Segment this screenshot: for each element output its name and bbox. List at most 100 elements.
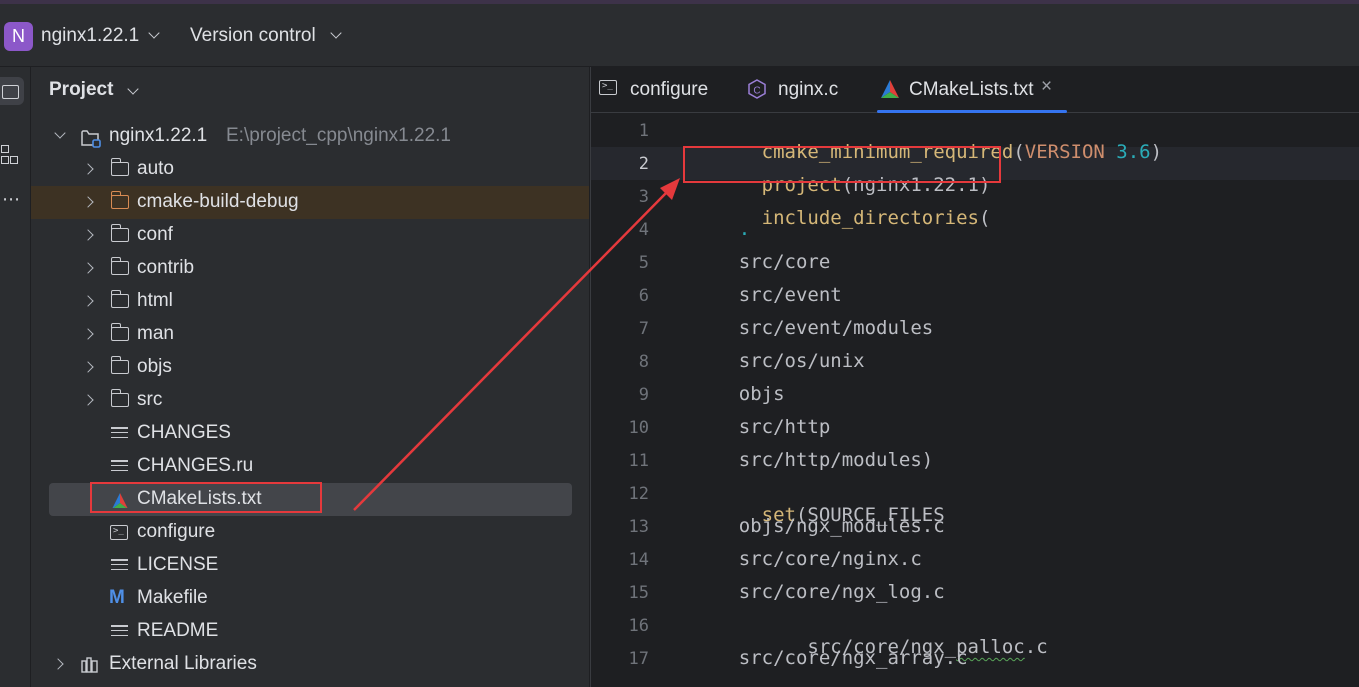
line-number: 9 [638,385,649,405]
line-number: 8 [638,352,649,372]
c-file-icon: C [748,79,766,99]
tab-label: nginx.c [778,79,839,100]
tab-label: configure [630,79,709,100]
tree-root[interactable]: nginx1.22.1 E:\project_cpp\nginx1.22.1 [31,120,589,153]
code-line: src/event/modules [693,317,934,339]
line-number: 17 [628,649,649,669]
annotation-box-cmakelists [90,482,322,513]
line-number: 15 [628,583,649,603]
line-number: 16 [628,616,649,636]
tree-item[interactable]: CHANGES [31,417,589,450]
line-number: 1 [638,121,649,141]
line-number: 2 [638,154,649,174]
tree-item-label: LICENSE [137,554,219,575]
code-line: src/os/unix [693,350,865,372]
chevron-right-icon[interactable] [82,295,94,307]
tree-item-label: auto [137,158,174,179]
code-line: src/http/modules) [693,449,934,471]
code-line: src/core [693,251,831,273]
tree-item[interactable]: cmake-build-debug [31,186,589,219]
tree-item[interactable]: >_ configure [31,516,589,549]
more-tools-icon[interactable]: ⋯ [2,189,21,210]
tree-root-label: nginx1.22.1 [109,125,208,146]
chevron-right-icon[interactable] [82,394,94,406]
code-line: src/core/ngx_array.c [693,647,968,669]
folder-icon [110,389,129,407]
text-file-icon [111,625,128,639]
chevron-right-icon[interactable] [82,361,94,373]
code-line: . [693,218,751,240]
folder-icon [110,290,129,308]
project-badge[interactable]: N [4,22,33,51]
chevron-down-icon[interactable] [127,83,139,95]
folder-icon [110,158,129,176]
tree-item[interactable]: contrib [31,252,589,285]
text-file-icon [111,460,128,474]
code-line: src/core/nginx.c [693,548,922,570]
project-switcher[interactable]: nginx1.22.1 [41,25,139,47]
tree-item-label: External Libraries [109,653,257,674]
library-icon [81,657,98,673]
line-number: 11 [628,451,649,471]
version-control-menu[interactable]: Version control [190,25,316,47]
tree-item[interactable]: html [31,285,589,318]
tree-item[interactable]: README [31,615,589,648]
tree-item[interactable]: conf [31,219,589,252]
title-bar: N nginx1.22.1 Version control [0,4,1359,67]
tree-item-label: objs [137,356,172,377]
chevron-right-icon[interactable] [82,328,94,340]
tree-item-label: conf [137,224,173,245]
project-panel: Project nginx1.22.1 E:\project_cpp\nginx… [31,67,589,687]
tree-item[interactable]: objs [31,351,589,384]
text-file-icon [111,427,128,441]
tree-external-libraries[interactable]: External Libraries [31,648,589,681]
code-line: src/event [693,284,842,306]
editor-tabs: >_ configure C nginx.c CMakeLists.txt × [591,67,1359,113]
chevron-down-icon[interactable] [148,27,160,39]
svg-text:C: C [753,86,760,97]
annotation-box-project-line [683,146,1001,183]
terminal-icon: >_ [110,525,128,540]
code-line: src/core/ngx_log.c [693,581,945,603]
chevron-right-icon[interactable] [82,229,94,241]
chevron-right-icon[interactable] [82,262,94,274]
tree-item[interactable]: man [31,318,589,351]
tree-item[interactable]: CHANGES.ru [31,450,589,483]
line-number: 7 [638,319,649,339]
tree-item-label: CHANGES [137,422,231,443]
line-number: 10 [628,418,649,438]
tab-label: CMakeLists.txt [909,79,1034,100]
cmake-icon [881,80,899,98]
chevron-right-icon[interactable] [82,163,94,175]
line-number: 5 [638,253,649,273]
tree-item-label: man [137,323,174,344]
text-file-icon [111,559,128,573]
terminal-icon: >_ [599,80,617,95]
line-number: 4 [638,220,649,240]
line-number: 14 [628,550,649,570]
project-tool-button[interactable] [0,77,24,105]
module-folder-icon [81,130,101,148]
tab-nginx-c[interactable]: C nginx.c [747,67,857,112]
tree-item[interactable]: M Makefile [31,582,589,615]
chevron-right-icon[interactable] [52,658,64,670]
chevron-right-icon[interactable] [82,196,94,208]
close-icon[interactable]: × [1041,76,1052,98]
tree-item[interactable]: src [31,384,589,417]
structure-tool-button[interactable] [0,145,18,165]
chevron-down-icon[interactable] [330,27,342,39]
tree-item[interactable]: LICENSE [31,549,589,582]
tab-cmakelists[interactable]: CMakeLists.txt × [877,67,1067,113]
folder-icon [110,257,129,275]
makefile-icon: M [109,587,125,608]
tree-item-label: contrib [137,257,195,278]
folder-icon [110,224,129,242]
code-line: objs [693,383,785,405]
panel-title[interactable]: Project [49,79,113,101]
tree-item-label: html [137,290,173,311]
chevron-down-icon[interactable] [54,127,66,139]
tree-item[interactable]: auto [31,153,589,186]
tab-configure[interactable]: >_ configure [599,67,729,112]
code-line: src/http [693,416,831,438]
line-number: 3 [638,187,649,207]
